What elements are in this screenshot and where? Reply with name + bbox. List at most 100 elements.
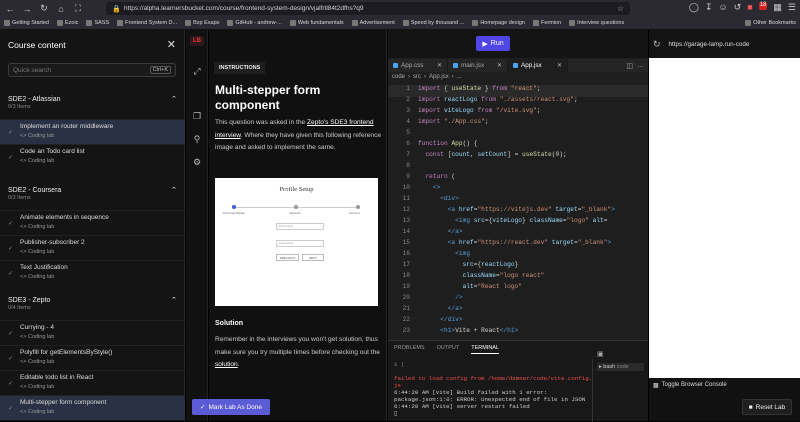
- search-input[interactable]: Quick search Ctrl+K: [8, 63, 176, 77]
- breadcrumb-item[interactable]: src: [413, 74, 421, 80]
- lesson-type: <> Coding lab: [20, 334, 185, 340]
- code-text: <a href="https://react.dev" target="_bla…: [447, 239, 612, 246]
- files-icon[interactable]: ❐: [191, 110, 203, 122]
- code-line: 3 import viteLogo from "/vite.svg";: [388, 107, 648, 119]
- lesson-item[interactable]: ✓ Animate elements in sequence <> Coding l…: [0, 210, 185, 235]
- reset-icon: ■: [748, 403, 753, 411]
- bookmark-item[interactable]: SASS: [86, 20, 109, 26]
- extensions-icon[interactable]: ■: [747, 2, 752, 13]
- lesson-title: Multi-stepper form component: [20, 399, 107, 406]
- lesson-item[interactable]: ✓ Currying - 4 <> Coding lab: [0, 320, 185, 345]
- puzzle-icon[interactable]: ▦: [773, 2, 782, 13]
- split-editor-icon[interactable]: ◫: [626, 62, 633, 70]
- account-icon[interactable]: ☺: [719, 2, 728, 13]
- menu-icon[interactable]: ☰: [788, 2, 796, 13]
- breadcrumb-item[interactable]: ...: [457, 74, 462, 80]
- panel-tab[interactable]: OUTPUT: [437, 345, 460, 354]
- close-icon[interactable]: ✕: [557, 62, 562, 69]
- lesson-item[interactable]: ✓ Publisher-subscriber 2 <> Coding lab: [0, 235, 185, 260]
- instructions-tab[interactable]: INSTRUCTIONS: [214, 62, 266, 74]
- bottom-panel: PROBLEMS OUTPUT TERMINAL 1 | failed to load…: [388, 340, 648, 422]
- toggle-console[interactable]: ▩ Toggle Browser Console: [653, 382, 727, 389]
- lesson-item[interactable]: ✓ Polyfill for getElementsByStyle() <> Cod…: [0, 345, 185, 370]
- other-bookmarks[interactable]: Other Bookmarks: [745, 20, 796, 26]
- lesson-type-label: Coding lab: [27, 384, 55, 390]
- close-icon[interactable]: ✕: [497, 62, 502, 69]
- mark-done-button[interactable]: ✓ Mark Lab As Done: [192, 399, 270, 415]
- line-number: 6: [406, 140, 410, 147]
- chevron-up-icon[interactable]: ⌃: [171, 296, 177, 304]
- lesson-type: <> Coding lab: [20, 384, 185, 390]
- bookmark-item[interactable]: Fermion: [532, 20, 561, 26]
- panel-tab[interactable]: TERMINAL: [471, 345, 500, 354]
- bookmark-item[interactable]: GitHub - andrew-...: [227, 20, 282, 26]
- editor-tab[interactable]: main.jsx ✕: [448, 59, 508, 72]
- close-icon[interactable]: ✕: [437, 62, 442, 69]
- editor-tab[interactable]: App.css ✕: [388, 59, 448, 72]
- learnersbucket-logo: LB: [190, 36, 204, 46]
- bookmark-item[interactable]: Speed by thousand ...: [402, 20, 464, 26]
- code-line: 22 </div>: [388, 316, 648, 328]
- terminal-instance[interactable]: ▸ bash code: [597, 363, 644, 371]
- code-area[interactable]: 1 import { useState } from "react"; 2 impor…: [388, 85, 648, 338]
- solution-link[interactable]: solution: [215, 361, 238, 368]
- section-header[interactable]: SDE3 - Zepto ⌃: [0, 295, 185, 305]
- panel-tab[interactable]: PROBLEMS: [394, 345, 425, 354]
- address-bar[interactable]: 🔒 https://alpha.learnersbucket.com/cours…: [106, 2, 630, 15]
- lesson-type: <> Coding lab: [20, 359, 185, 365]
- bookmark-star-icon[interactable]: ☆: [617, 4, 624, 13]
- terminal-output[interactable]: 1 | failed to load config from /home/damn…: [394, 361, 594, 417]
- add-terminal-icon[interactable]: ▣: [597, 350, 604, 358]
- check-icon: ✓: [8, 406, 14, 412]
- chevron-up-icon[interactable]: ⌃: [171, 95, 177, 103]
- bookmark-label: Web fundamentals: [297, 20, 344, 26]
- bookmark-item[interactable]: Getting Started: [4, 20, 49, 26]
- lesson-item[interactable]: ✓ Code an Todo card list <> Coding lab: [0, 144, 185, 169]
- preview-url[interactable]: https://garage-lamp.run-code: [669, 41, 750, 48]
- chevron-right-icon: ›: [424, 74, 427, 80]
- forward-icon[interactable]: →: [20, 2, 34, 16]
- search-icon[interactable]: ⚲: [191, 133, 203, 145]
- chevron-up-icon[interactable]: ⌃: [171, 186, 177, 194]
- bookmark-item[interactable]: Bzp Exaps: [185, 20, 219, 26]
- code-text: src={reactLogo}: [462, 261, 519, 268]
- bookmark-item[interactable]: Web fundamentals: [289, 20, 344, 26]
- code-line: 6 function App() {: [388, 140, 648, 152]
- bookmark-item[interactable]: Ezoic: [57, 20, 78, 26]
- home-icon[interactable]: ⌂: [54, 2, 68, 16]
- new-tab-icon[interactable]: ⛶: [71, 2, 85, 16]
- breadcrumb-item[interactable]: App.jsx: [429, 74, 449, 80]
- run-button[interactable]: ▶ Run: [476, 36, 510, 51]
- bookmark-item[interactable]: Homepage design: [472, 20, 525, 26]
- refresh-icon[interactable]: ↻: [653, 39, 661, 50]
- settings-icon[interactable]: ⚙: [191, 156, 203, 168]
- check-icon: ✓: [8, 356, 14, 362]
- lesson-item[interactable]: ✓ Multi-stepper form component <> Coding l…: [0, 395, 185, 420]
- bookmark-item[interactable]: Frontend System D...: [117, 20, 177, 26]
- pocket-icon[interactable]: ◯: [689, 2, 699, 13]
- section-header[interactable]: SDE2 - Coursera ⌃: [0, 185, 185, 195]
- bookmark-favicon-icon: [86, 20, 93, 26]
- check-icon: ✓: [8, 381, 14, 387]
- lesson-item[interactable]: ✓ Implement an router middleware <> Coding…: [0, 119, 185, 144]
- section-title: SDE3 - Zepto: [8, 296, 51, 304]
- section-header[interactable]: SDE2 - Atlassian ⌃: [0, 94, 185, 104]
- expand-icon[interactable]: ⤢: [191, 65, 203, 77]
- bookmark-favicon-icon: [351, 20, 358, 26]
- reset-lab-button[interactable]: ■ Reset Lab: [742, 399, 792, 415]
- back-icon[interactable]: ←: [3, 2, 17, 16]
- editor-tab[interactable]: App.jsx ✕: [508, 59, 568, 72]
- reload-icon[interactable]: ↻: [37, 2, 51, 16]
- bookmark-item[interactable]: Interview questions: [569, 20, 624, 26]
- history-icon[interactable]: ↺: [734, 2, 742, 13]
- download-icon[interactable]: ↧: [705, 2, 713, 13]
- bookmark-item[interactable]: Advertisement: [351, 20, 395, 26]
- file-icon: [393, 63, 398, 68]
- chevron-right-icon: ›: [408, 74, 411, 80]
- lesson-title: Code an Todo card list: [20, 148, 85, 155]
- more-icon[interactable]: …: [637, 62, 644, 69]
- close-icon[interactable]: ✕: [167, 38, 176, 51]
- lesson-item[interactable]: ✓ Editable todo list in React <> Coding la…: [0, 370, 185, 395]
- lesson-item[interactable]: ✓ Text Justification <> Coding lab: [0, 260, 185, 285]
- breadcrumb-item[interactable]: code: [392, 74, 405, 80]
